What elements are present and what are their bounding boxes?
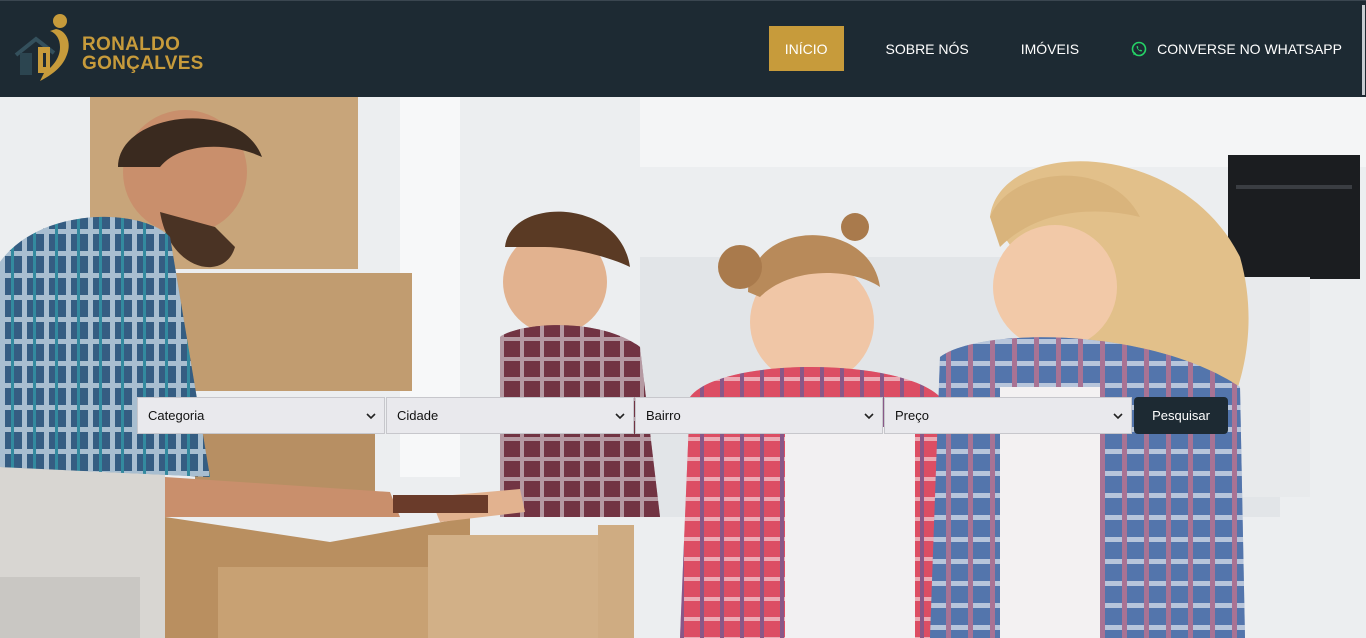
hero-banner — [0, 97, 1366, 638]
search-button[interactable]: Pesquisar — [1134, 397, 1228, 434]
chevron-down-icon — [366, 412, 376, 419]
nav-inicio[interactable]: INÍCIO — [768, 26, 844, 71]
house-key-logo-icon — [14, 14, 69, 81]
brand-name: RONALDO GONÇALVES — [82, 35, 204, 73]
nav-whatsapp-label: CONVERSE NO WHATSAPP — [1157, 40, 1342, 57]
hero-photo — [0, 97, 1366, 638]
chevron-down-icon — [615, 412, 625, 419]
scrollbar[interactable] — [1361, 1, 1366, 98]
neighborhood-select-value: Bairro — [646, 408, 681, 423]
nav-sobre-nos-label: SOBRE NÓS — [885, 40, 969, 57]
category-select-value: Categoria — [148, 408, 205, 423]
price-select-value: Preço — [895, 408, 929, 423]
brand-logo[interactable]: RONALDO GONÇALVES — [10, 11, 210, 83]
nav-sobre-nos[interactable]: SOBRE NÓS — [860, 26, 995, 71]
category-select[interactable]: Categoria — [137, 397, 385, 434]
nav-inicio-label: INÍCIO — [784, 40, 828, 57]
nav-imoveis[interactable]: IMÓVEIS — [995, 26, 1105, 71]
main-nav: INÍCIO SOBRE NÓS IMÓVEIS CONVERSE NO WHA… — [768, 26, 1342, 71]
neighborhood-select[interactable]: Bairro — [635, 397, 883, 434]
chevron-down-icon — [864, 412, 874, 419]
city-select-value: Cidade — [397, 408, 439, 423]
navbar: RONALDO GONÇALVES INÍCIO SOBRE NÓS IMÓVE… — [0, 0, 1366, 98]
scrollbar-thumb[interactable] — [1362, 5, 1365, 95]
price-select[interactable]: Preço — [884, 397, 1132, 434]
city-select[interactable]: Cidade — [386, 397, 634, 434]
nav-whatsapp[interactable]: CONVERSE NO WHATSAPP — [1105, 26, 1342, 71]
property-search-bar: Categoria Cidade Bairro Preço Pesquisar — [137, 397, 1228, 434]
chevron-down-icon — [1113, 412, 1123, 419]
whatsapp-icon — [1131, 41, 1147, 56]
nav-imoveis-label: IMÓVEIS — [1020, 40, 1080, 57]
brand-name-line2: GONÇALVES — [82, 53, 204, 74]
brand-name-line1: RONALDO — [82, 34, 181, 55]
